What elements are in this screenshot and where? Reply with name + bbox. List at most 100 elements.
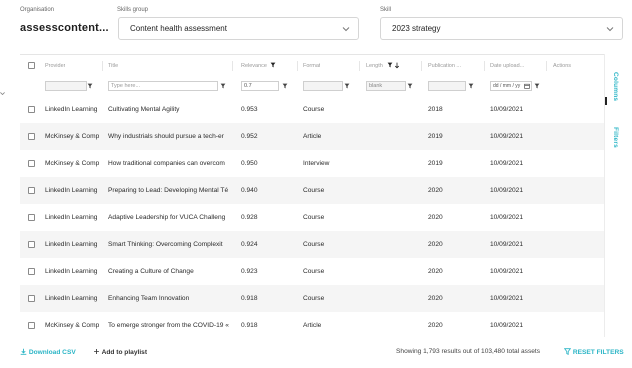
- download-csv-button[interactable]: Download CSV: [20, 348, 76, 356]
- filter-icon[interactable]: [87, 83, 93, 89]
- column-header-actions: Actions: [553, 63, 572, 69]
- column-header-publication[interactable]: Publication ...: [428, 63, 478, 69]
- cell-provider: LinkedIn Learning: [45, 241, 98, 248]
- row-checkbox[interactable]: [28, 214, 35, 221]
- cell-format: Course: [303, 106, 325, 113]
- column-header-provider[interactable]: Provider: [45, 63, 65, 69]
- publication-filter-input[interactable]: [428, 81, 466, 91]
- cell-date-uploaded: 10/09/2021: [490, 133, 524, 140]
- cell-format: Course: [303, 187, 325, 194]
- skill-select[interactable]: 2023 strategy: [380, 17, 623, 40]
- skills-group-label: Skills group: [117, 7, 149, 13]
- table-row[interactable]: LinkedIn Learning Creating a Culture of C…: [20, 258, 604, 285]
- filter-icon[interactable]: [270, 62, 276, 68]
- row-checkbox[interactable]: [28, 133, 35, 140]
- format-filter-input[interactable]: [303, 81, 343, 91]
- skills-group-select[interactable]: Content health assessment: [118, 17, 359, 40]
- cell-publication-year: 2018: [428, 106, 443, 113]
- filter-icon[interactable]: [468, 83, 474, 89]
- organisation-label: Organisation: [20, 7, 55, 13]
- sort-down-icon[interactable]: [394, 62, 400, 69]
- cell-title: How traditional companies can overcom: [108, 160, 225, 167]
- scrollbar-thumb[interactable]: [605, 97, 607, 105]
- row-checkbox[interactable]: [28, 160, 35, 167]
- column-header-relevance[interactable]: Relevance: [241, 63, 267, 69]
- row-checkbox[interactable]: [28, 322, 35, 329]
- filter-icon[interactable]: [220, 83, 226, 89]
- cell-relevance: 0.950: [241, 160, 258, 167]
- column-separator[interactable]: [102, 61, 103, 71]
- select-all-checkbox[interactable]: [28, 62, 35, 69]
- column-separator[interactable]: [421, 61, 422, 71]
- row-checkbox[interactable]: [28, 268, 35, 275]
- table-row[interactable]: McKinsey & Comp Why industrials should pu…: [20, 123, 604, 150]
- filter-icon[interactable]: [282, 83, 288, 89]
- column-header-format[interactable]: Format: [303, 63, 320, 69]
- cell-provider: LinkedIn Learning: [45, 295, 98, 302]
- length-filter-input[interactable]: blank: [366, 81, 406, 91]
- column-separator[interactable]: [546, 61, 547, 71]
- table-row[interactable]: McKinsey & Comp How traditional companies…: [20, 150, 604, 177]
- tab-columns[interactable]: Columns: [612, 72, 619, 101]
- add-to-playlist-label: Add to playlist: [101, 349, 148, 356]
- add-to-playlist-button[interactable]: Add to playlist: [93, 348, 147, 356]
- cell-date-uploaded: 10/09/2021: [490, 214, 524, 221]
- tab-filters[interactable]: Filters: [612, 127, 619, 148]
- column-header-date-uploaded[interactable]: Date upload...: [490, 63, 540, 69]
- cell-provider: McKinsey & Comp: [45, 160, 100, 167]
- filter-icon[interactable]: [387, 62, 393, 68]
- cell-publication-year: 2020: [428, 187, 443, 194]
- filter-icon: [563, 348, 572, 355]
- cell-provider: McKinsey & Comp: [45, 133, 100, 140]
- cell-format: Course: [303, 295, 325, 302]
- cell-date-uploaded: 10/09/2021: [490, 187, 524, 194]
- column-separator[interactable]: [297, 61, 298, 71]
- reset-filters-button[interactable]: RESET FILTERS: [563, 348, 624, 356]
- row-checkbox[interactable]: [28, 106, 35, 113]
- cell-provider: McKinsey & Comp: [45, 322, 100, 329]
- filter-icon[interactable]: [344, 83, 350, 89]
- column-separator[interactable]: [359, 61, 360, 71]
- cell-format: Course: [303, 214, 325, 221]
- table-row[interactable]: LinkedIn Learning Smart Thinking: Overcom…: [20, 231, 604, 258]
- calendar-icon[interactable]: [524, 83, 530, 89]
- cell-title: Cultivating Mental Agility: [108, 106, 180, 113]
- column-header-length[interactable]: Length: [366, 63, 383, 69]
- column-separator[interactable]: [484, 61, 485, 71]
- cell-relevance: 0.918: [241, 322, 258, 329]
- row-checkbox[interactable]: [28, 187, 35, 194]
- cell-format: Article: [303, 133, 322, 140]
- chevron-down-icon: [606, 27, 614, 32]
- cell-title: Enhancing Team Innovation: [108, 295, 190, 302]
- table-row[interactable]: LinkedIn Learning Adaptive Leadership for…: [20, 204, 604, 231]
- download-csv-label: Download CSV: [28, 349, 76, 356]
- cell-title: Smart Thinking: Overcoming Complexit: [108, 241, 223, 248]
- table-row[interactable]: McKinsey & Comp To emerge stronger from t…: [20, 312, 604, 339]
- table-row[interactable]: LinkedIn Learning Cultivating Mental Agil…: [20, 96, 604, 123]
- filter-icon[interactable]: [407, 83, 413, 89]
- provider-filter-input[interactable]: [45, 81, 87, 91]
- cell-relevance: 0.923: [241, 268, 258, 275]
- cell-provider: LinkedIn Learning: [45, 106, 98, 113]
- organisation-value[interactable]: assesscontent...: [20, 22, 109, 34]
- cell-relevance: 0.918: [241, 295, 258, 302]
- results-count-text: Showing 1,793 results out of 103,480 tot…: [396, 348, 541, 355]
- row-checkbox[interactable]: [28, 295, 35, 302]
- cell-format: Course: [303, 241, 325, 248]
- title-filter-input[interactable]: Type here...: [108, 81, 218, 91]
- table-row[interactable]: LinkedIn Learning Preparing to Lead: Deve…: [20, 177, 604, 204]
- cell-date-uploaded: 10/09/2021: [490, 322, 524, 329]
- row-checkbox[interactable]: [28, 241, 35, 248]
- cell-format: Course: [303, 268, 325, 275]
- table-row[interactable]: LinkedIn Learning Enhancing Team Innovati…: [20, 285, 604, 312]
- chevron-down-icon[interactable]: [0, 90, 6, 97]
- cell-provider: LinkedIn Learning: [45, 187, 98, 194]
- cell-date-uploaded: 10/09/2021: [490, 160, 524, 167]
- column-header-title[interactable]: Title: [108, 63, 118, 69]
- filter-icon[interactable]: [534, 83, 540, 89]
- cell-date-uploaded: 10/09/2021: [490, 241, 524, 248]
- column-separator[interactable]: [232, 61, 233, 71]
- relevance-filter-input[interactable]: 0.7: [241, 81, 279, 91]
- reset-filters-label: RESET FILTERS: [572, 349, 624, 356]
- cell-provider: LinkedIn Learning: [45, 214, 98, 221]
